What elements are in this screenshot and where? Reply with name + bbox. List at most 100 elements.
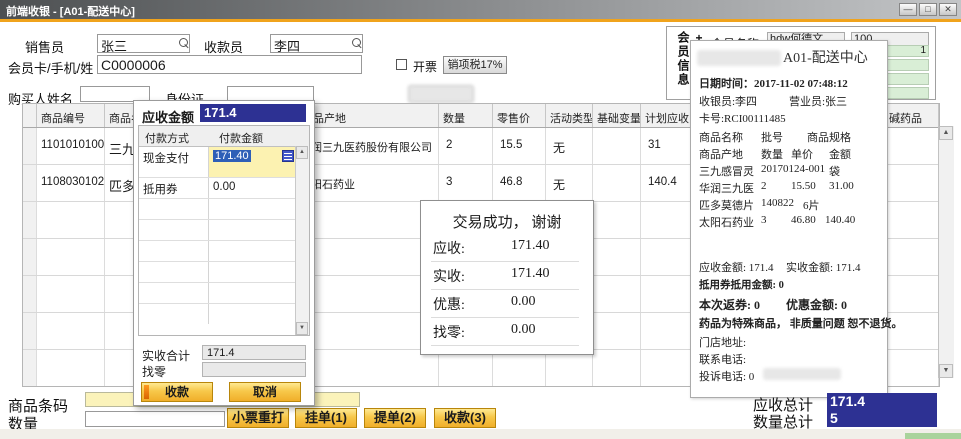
receipt-phone-label: 联系电话:: [699, 351, 746, 367]
receipt-discount: 优惠金额: 0: [786, 296, 847, 313]
member-card-input[interactable]: C0000006: [97, 55, 362, 74]
scroll-up-icon[interactable]: ▲: [939, 126, 953, 140]
cell-code: 11080301027: [37, 165, 105, 201]
method-cell: 抵用券: [139, 178, 209, 198]
confirm-payment-button[interactable]: 收款: [141, 382, 213, 402]
receipt-col-header: 批号: [761, 129, 783, 145]
hold-order-button[interactable]: 挂单(1): [295, 408, 357, 428]
search-icon[interactable]: [179, 38, 188, 47]
redacted-store-name: [697, 50, 781, 66]
cashier-input[interactable]: 李四: [270, 34, 363, 53]
column-header-price[interactable]: 零售价: [493, 104, 546, 127]
amount-cell: 0.00: [209, 178, 297, 198]
receipt-col-header: 数量: [761, 146, 783, 162]
change-field: [202, 362, 306, 377]
receipt-item: 31.00: [829, 180, 854, 192]
cell-activity: 无: [546, 165, 593, 201]
total-due-field: 171.4: [827, 393, 937, 410]
pos-window: 前端收银 - [A01-配送中心] — □ ✕ 销售员 张三 收款员 李四 会员…: [0, 0, 961, 439]
success-row: 找零:0.00: [431, 319, 579, 346]
cell-planned: 31: [641, 128, 691, 164]
output-tax-button[interactable]: 销项税17%: [443, 56, 507, 74]
column-header-qty[interactable]: 数量: [439, 104, 493, 127]
column-header-origin[interactable]: 商品产地: [298, 104, 439, 127]
receipt-address-label: 门店地址:: [699, 334, 746, 350]
column-header-method: 付款方式: [139, 126, 209, 146]
maximize-icon[interactable]: □: [919, 3, 937, 16]
success-title: 交易成功， 谢谢: [421, 211, 593, 232]
cell-base: [593, 165, 641, 201]
success-row: 优惠:0.00: [431, 291, 579, 318]
payment-row-cash[interactable]: 现金支付 171.40: [139, 147, 309, 178]
row-selector-header: [23, 104, 37, 127]
success-message-box: 交易成功， 谢谢 应收:171.40 实收:171.40 优惠:0.00 找零:…: [420, 200, 594, 355]
amount-due-field[interactable]: 171.4: [200, 104, 306, 122]
cell-origin: 华润三九医药股份有限公司: [298, 128, 439, 164]
cell-qty: 3: [439, 165, 493, 201]
cell-activity: 无: [546, 128, 593, 164]
member-card-label: 会员卡/手机/姓: [8, 58, 93, 77]
column-header-planned[interactable]: 计划应收: [641, 104, 691, 127]
minimize-icon[interactable]: —: [899, 3, 917, 16]
received-total-label: 实收合计: [142, 347, 190, 364]
invoice-label: 开票: [413, 58, 437, 75]
change-label: 找零: [142, 363, 166, 380]
invoice-checkbox[interactable]: [396, 59, 407, 70]
scroll-down-icon[interactable]: ▼: [939, 364, 953, 378]
amount-cell-cash[interactable]: 171.40: [209, 147, 297, 177]
payment-grid-header: 付款方式 付款金额: [139, 126, 309, 147]
row-selector[interactable]: [23, 165, 37, 201]
receipt-item: 华润三九医: [699, 180, 754, 196]
receipt-item: 三九感冒灵: [699, 163, 754, 179]
checkout-button[interactable]: 收款(3): [434, 408, 496, 428]
scroll-down-icon[interactable]: ▼: [296, 322, 308, 335]
receipt-total-paid: 实收金额: 171.4: [786, 259, 861, 275]
search-icon[interactable]: [352, 38, 361, 47]
cashier-label: 收款员: [204, 37, 243, 56]
confirm-payment-label: 收款: [165, 385, 189, 399]
receipt-title: A01-配送中心: [783, 47, 868, 67]
amount-due-label: 应收金额: [142, 107, 194, 126]
receipt-item: 140822: [761, 197, 794, 209]
column-header-amount: 付款金额: [209, 126, 309, 146]
close-icon[interactable]: ✕: [939, 3, 957, 16]
receipt-item: 46.80: [791, 214, 816, 226]
row-selector[interactable]: [23, 128, 37, 164]
total-qty-label: 数量总计: [753, 411, 813, 432]
scroll-up-icon[interactable]: ▲: [296, 146, 308, 159]
column-header-partial[interactable]: 碱药品: [885, 104, 939, 127]
receipt-item: 3: [761, 214, 767, 226]
column-header-activity[interactable]: 活动类型: [546, 104, 593, 127]
success-row: 实收:171.40: [431, 263, 579, 290]
dialog-scrollbar[interactable]: ▲ ▼: [295, 146, 309, 335]
receipt-col-header: 单价: [791, 146, 813, 162]
cell-price: 46.8: [493, 165, 546, 201]
reprint-receipt-button[interactable]: 小票重打: [227, 408, 289, 428]
receipt-item: 匹多莫德片: [699, 197, 754, 213]
column-header-code[interactable]: 商品编号: [37, 104, 105, 127]
quantity-input[interactable]: [85, 411, 225, 427]
window-controls: — □ ✕: [899, 3, 957, 16]
table-scrollbar[interactable]: ▲ ▼: [938, 126, 954, 378]
cell-planned: 140.4: [641, 165, 691, 201]
bottom-green-indicator: [905, 433, 961, 439]
cell-code: 11010101001: [37, 128, 105, 164]
receipt-item: 20170124-001: [761, 163, 825, 175]
receipt-return-voucher: 本次返券: 0: [699, 296, 760, 313]
salesperson-input[interactable]: 张三: [97, 34, 190, 53]
receipt-col-header: 金额: [829, 146, 851, 162]
salesperson-label: 销售员: [25, 37, 64, 56]
column-header-base[interactable]: 基础变量: [593, 104, 641, 127]
receipt-col-header: 商品产地: [699, 146, 743, 162]
payment-row-voucher[interactable]: 抵用券 0.00: [139, 178, 309, 199]
cancel-button[interactable]: 取消: [229, 382, 301, 402]
retrieve-order-button[interactable]: 提单(2): [364, 408, 426, 428]
receipt-item: 6片: [803, 197, 820, 213]
receipt-col-header: 商品规格: [807, 129, 851, 145]
receipt-notice: 药品为特殊商品， 非质量问题 恕不退货。: [699, 315, 903, 331]
total-qty-field: 5: [827, 410, 937, 427]
payment-methods-grid: 付款方式 付款金额 现金支付 171.40 抵用券 0.00 ▲: [138, 125, 310, 336]
keypad-icon[interactable]: [282, 150, 294, 162]
receipt-card-no: 卡号:RCI00111485: [699, 110, 786, 126]
receipt-datetime: 日期时间：2017-11-02 07:48:12: [699, 75, 848, 91]
